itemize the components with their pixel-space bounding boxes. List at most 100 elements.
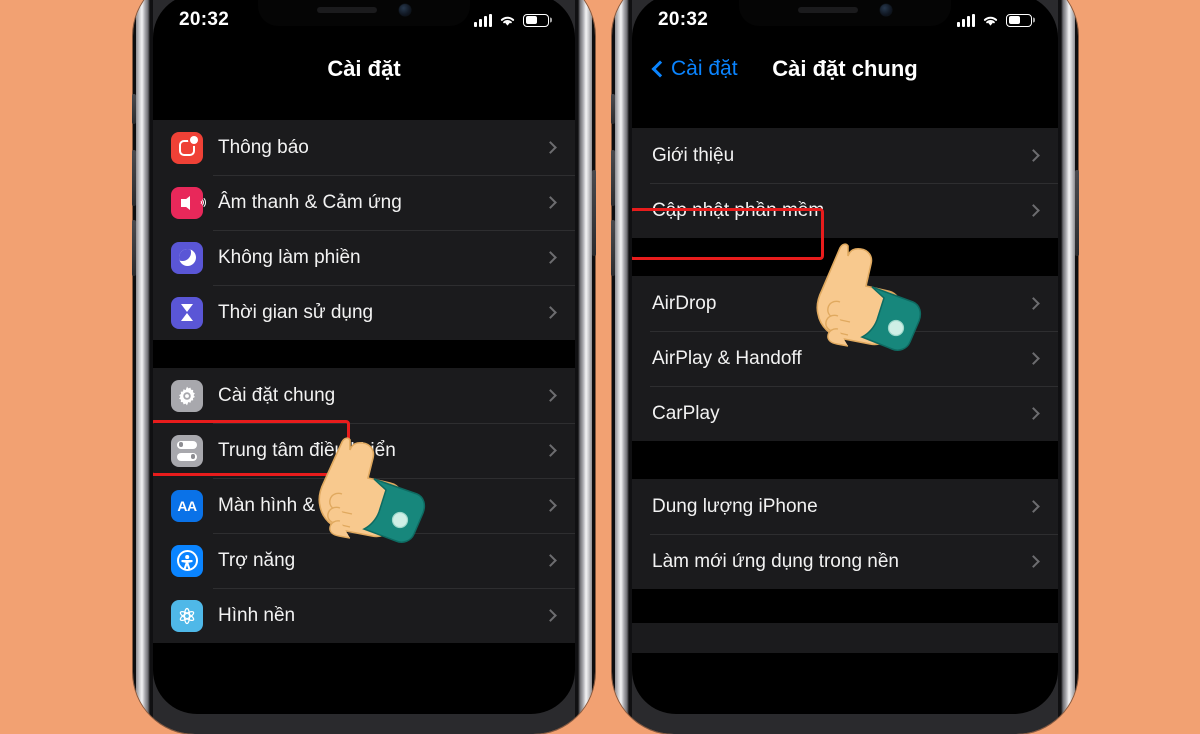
volume-down-button[interactable] bbox=[132, 220, 136, 276]
accessibility-icon bbox=[171, 544, 203, 577]
list-item-accessibility[interactable]: Trợ năng bbox=[153, 533, 575, 588]
settings-group-2: Cài đặt chung Trung tâm điều khiển AA Mà… bbox=[153, 368, 575, 643]
list-item-sounds-haptics[interactable]: Âm thanh & Cảm ứng bbox=[153, 175, 575, 230]
list-item-screen-time[interactable]: Thời gian sử dụng bbox=[153, 285, 575, 340]
chevron-right-icon bbox=[544, 196, 557, 209]
general-group-2: AirDrop AirPlay & Handoff CarPlay bbox=[632, 276, 1058, 441]
cellular-bars-icon bbox=[474, 13, 492, 27]
list-item-label: AirDrop bbox=[652, 292, 717, 314]
list-item-carplay[interactable]: CarPlay bbox=[632, 386, 1058, 441]
chevron-right-icon bbox=[544, 554, 557, 567]
silent-switch[interactable] bbox=[132, 94, 136, 124]
settings-list-left: Thông báo Âm thanh & Cảm ứng Không làm p… bbox=[153, 98, 575, 643]
list-item-label: Cập nhật phần mềm bbox=[652, 199, 825, 221]
chevron-right-icon bbox=[544, 444, 557, 457]
volume-down-button[interactable] bbox=[611, 220, 615, 276]
status-bar-right: 20:32 bbox=[632, 0, 1058, 40]
cellular-bars-icon bbox=[957, 13, 975, 27]
wallpaper-flower-icon bbox=[171, 599, 203, 632]
status-clock: 20:32 bbox=[658, 9, 709, 30]
list-item-label: Hình nền bbox=[218, 604, 296, 626]
chevron-right-icon bbox=[1027, 407, 1040, 420]
chevron-right-icon bbox=[1027, 149, 1040, 162]
status-icons bbox=[957, 13, 1032, 27]
settings-group-1: Thông báo Âm thanh & Cảm ứng Không làm p… bbox=[153, 120, 575, 340]
list-item-label: Cài đặt chung bbox=[218, 384, 336, 406]
list-item-airplay-handoff[interactable]: AirPlay & Handoff bbox=[632, 331, 1058, 386]
list-gap bbox=[632, 441, 1058, 479]
list-item-label: Thông báo bbox=[218, 136, 309, 158]
status-clock: 20:32 bbox=[179, 9, 230, 30]
settings-list-right: Giới thiệu Cập nhật phần mềm AirDrop Air… bbox=[632, 98, 1058, 653]
list-gap bbox=[632, 238, 1058, 276]
list-item-label: Âm thanh & Cảm ứng bbox=[218, 191, 402, 213]
phone-screen-general: 20:32 Cài đặt Cài đặt chung Giới thiệu C… bbox=[632, 0, 1058, 714]
back-button[interactable]: Cài đặt bbox=[648, 57, 738, 81]
general-group-1: Giới thiệu Cập nhật phần mềm bbox=[632, 128, 1058, 238]
phone-screen-settings: 20:32 Cài đặt Thông báo Âm thanh & Cảm ứ… bbox=[153, 0, 575, 714]
nav-bar-right: Cài đặt Cài đặt chung bbox=[632, 40, 1058, 98]
control-center-toggles-icon bbox=[171, 434, 203, 467]
wifi-icon bbox=[983, 16, 998, 26]
iphone-device-general: 20:32 Cài đặt Cài đặt chung Giới thiệu C… bbox=[611, 0, 1079, 734]
chevron-right-icon bbox=[1027, 352, 1040, 365]
chevron-right-icon bbox=[544, 141, 557, 154]
page-title-right: Cài đặt chung bbox=[772, 56, 918, 81]
screenshot-stage: 20:32 Cài đặt Thông báo Âm thanh & Cảm ứ… bbox=[0, 0, 1200, 734]
list-item-label: Dung lượng iPhone bbox=[652, 495, 818, 517]
list-gap bbox=[632, 589, 1058, 623]
status-bar-left: 20:32 bbox=[153, 0, 575, 40]
chevron-right-icon bbox=[1027, 555, 1040, 568]
list-item-general[interactable]: Cài đặt chung bbox=[153, 368, 575, 423]
silent-switch[interactable] bbox=[611, 94, 615, 124]
chevron-left-icon bbox=[651, 60, 669, 78]
volume-up-button[interactable] bbox=[132, 150, 136, 206]
chevron-right-icon bbox=[544, 389, 557, 402]
battery-icon bbox=[523, 13, 549, 27]
list-item-control-center[interactable]: Trung tâm điều khiển bbox=[153, 423, 575, 478]
list-item-notifications[interactable]: Thông báo bbox=[153, 120, 575, 175]
power-button[interactable] bbox=[1075, 170, 1079, 256]
list-item-label: Trung tâm điều khiển bbox=[218, 439, 396, 461]
status-icons bbox=[474, 13, 549, 27]
list-item-wallpaper[interactable]: Hình nền bbox=[153, 588, 575, 643]
chevron-right-icon bbox=[544, 499, 557, 512]
general-gear-icon bbox=[171, 379, 203, 412]
general-group-4-partial bbox=[632, 623, 1058, 653]
list-item-about[interactable]: Giới thiệu bbox=[632, 128, 1058, 183]
page-title-left: Cài đặt bbox=[327, 56, 401, 81]
list-item-background-app-refresh[interactable]: Làm mới ứng dụng trong nền bbox=[632, 534, 1058, 589]
chevron-right-icon bbox=[1027, 297, 1040, 310]
chevron-right-icon bbox=[544, 609, 557, 622]
list-item-airdrop[interactable]: AirDrop bbox=[632, 276, 1058, 331]
chevron-right-icon bbox=[544, 306, 557, 319]
list-item-software-update[interactable]: Cập nhật phần mềm bbox=[632, 183, 1058, 238]
list-item-label: Thời gian sử dụng bbox=[218, 301, 374, 323]
screen-time-hourglass-icon bbox=[171, 296, 203, 329]
sounds-haptics-icon bbox=[171, 186, 206, 219]
power-button[interactable] bbox=[592, 170, 596, 256]
volume-up-button[interactable] bbox=[611, 150, 615, 206]
list-item-label: Trợ năng bbox=[218, 549, 296, 571]
general-group-3: Dung lượng iPhone Làm mới ứng dụng trong… bbox=[632, 479, 1058, 589]
list-item-label: Không làm phiền bbox=[218, 246, 361, 268]
list-item-label: AirPlay & Handoff bbox=[652, 347, 802, 369]
list-gap bbox=[153, 340, 575, 368]
list-item-label: Màn hình & Độ sáng bbox=[218, 494, 392, 516]
do-not-disturb-moon-icon bbox=[171, 241, 203, 274]
chevron-right-icon bbox=[1027, 500, 1040, 513]
list-item-display-brightness[interactable]: AA Màn hình & Độ sáng bbox=[153, 478, 575, 533]
list-item-do-not-disturb[interactable]: Không làm phiền bbox=[153, 230, 575, 285]
wifi-icon bbox=[500, 16, 515, 26]
nav-bar-left: Cài đặt bbox=[153, 40, 575, 98]
back-button-label: Cài đặt bbox=[671, 57, 738, 80]
list-item-iphone-storage[interactable]: Dung lượng iPhone bbox=[632, 479, 1058, 534]
chevron-right-icon bbox=[544, 251, 557, 264]
list-item-label: Giới thiệu bbox=[652, 144, 735, 166]
notifications-icon bbox=[171, 131, 203, 164]
list-item-label: Làm mới ứng dụng trong nền bbox=[652, 550, 899, 572]
iphone-device-settings: 20:32 Cài đặt Thông báo Âm thanh & Cảm ứ… bbox=[132, 0, 596, 734]
list-gap bbox=[153, 98, 575, 120]
battery-icon bbox=[1006, 13, 1032, 27]
chevron-right-icon bbox=[1027, 204, 1040, 217]
